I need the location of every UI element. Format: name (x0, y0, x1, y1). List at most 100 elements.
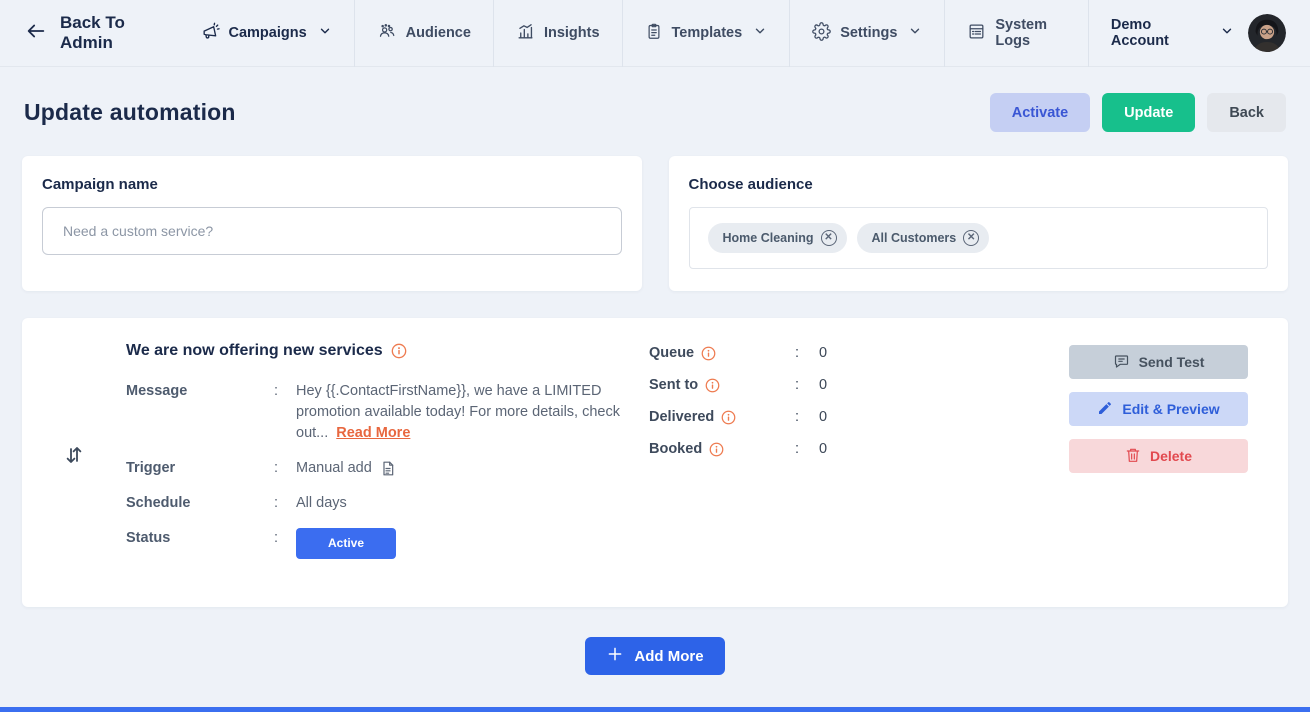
queue-label-text: Queue (649, 345, 695, 361)
reorder-drag-handle-icon[interactable] (62, 442, 86, 473)
colon-separator: : (795, 377, 800, 393)
back-to-admin-label: Back To Admin (60, 13, 125, 52)
info-icon[interactable] (701, 346, 716, 361)
arrow-left-icon (24, 20, 48, 47)
clipboard-icon (645, 22, 663, 45)
back-to-admin-button[interactable]: Back To Admin (24, 13, 179, 53)
nav-items: Campaigns Audience Insights Templates Se… (179, 0, 1088, 67)
choose-audience-heading: Choose audience (688, 176, 813, 193)
schedule-value: All days (296, 495, 347, 511)
main-content: Campaign name Choose audience Home Clean… (0, 156, 1310, 675)
remove-chip-icon[interactable]: ✕ (820, 230, 837, 246)
drag-column (22, 342, 126, 573)
nav-label-system-logs: System Logs (995, 17, 1047, 49)
chat-bubble-icon (1113, 353, 1130, 372)
colon-separator: : (795, 345, 800, 361)
info-icon[interactable] (705, 378, 720, 393)
trigger-label: Trigger (126, 460, 176, 476)
audience-chip: All Customers ✕ (856, 223, 990, 253)
audience-chip: Home Cleaning ✕ (707, 223, 847, 253)
delete-button[interactable]: Delete (1069, 439, 1248, 473)
automation-title-row: We are now offering new services (126, 342, 649, 360)
status-label: Status (126, 530, 171, 546)
add-more-container: Add More (22, 637, 1288, 675)
megaphone-icon (201, 22, 220, 45)
chevron-down-icon (318, 24, 332, 42)
audience-chip-label: Home Cleaning (722, 231, 814, 245)
nav-item-insights[interactable]: Insights (492, 0, 622, 67)
automation-details: We are now offering new services Message… (126, 342, 649, 573)
add-more-button[interactable]: Add More (585, 637, 725, 675)
nav-label-audience: Audience (405, 25, 471, 41)
list-icon (967, 22, 986, 45)
audience-select-box[interactable]: Home Cleaning ✕ All Customers ✕ (688, 207, 1268, 269)
automation-stats: Queue : 0 Sent to : 0 Delivered: 0 Book… (649, 342, 1069, 573)
queue-stat-label: Queue (649, 345, 795, 361)
queue-stat-value: 0 (819, 345, 828, 361)
top-navigation: Back To Admin Campaigns Audience Insight… (0, 0, 1310, 67)
delivered-stat-row: Delivered : 0 (649, 409, 1069, 425)
booked-label-text: Booked (649, 441, 703, 457)
delivered-stat-label: Delivered (649, 409, 795, 425)
remove-chip-icon[interactable]: ✕ (963, 230, 980, 246)
info-icon[interactable] (709, 442, 724, 457)
bar-chart-icon (516, 22, 535, 45)
pencil-icon (1097, 400, 1113, 419)
schedule-row: Schedule : All days (126, 493, 649, 514)
edit-preview-label: Edit & Preview (1122, 401, 1220, 417)
colon-separator: : (274, 460, 279, 476)
automation-actions: Send Test Edit & Preview Delete (1069, 342, 1268, 573)
delivered-label-text: Delivered (649, 409, 715, 425)
delivered-stat-value: 0 (819, 409, 828, 425)
chevron-down-icon (1220, 24, 1234, 42)
activate-button[interactable]: Activate (989, 93, 1091, 132)
account-label: Demo Account (1110, 17, 1169, 49)
nav-item-settings[interactable]: Settings (789, 0, 944, 67)
edit-preview-button[interactable]: Edit & Preview (1069, 392, 1248, 426)
chevron-down-icon (908, 24, 922, 42)
nav-label-templates: Templates (671, 25, 743, 41)
nav-item-audience[interactable]: Audience (353, 0, 493, 67)
nav-label-settings: Settings (840, 25, 898, 41)
sent-to-stat-value: 0 (819, 377, 828, 393)
audience-chip-label: All Customers (871, 231, 957, 245)
message-label: Message (126, 383, 188, 399)
trigger-value: Manual add (296, 458, 396, 479)
booked-stat-row: Booked : 0 (649, 441, 1069, 457)
send-test-button[interactable]: Send Test (1069, 345, 1248, 379)
campaign-name-input[interactable] (42, 207, 622, 255)
nav-item-campaigns[interactable]: Campaigns (179, 0, 354, 67)
back-button[interactable]: Back (1207, 93, 1286, 132)
automation-title: We are now offering new services (126, 342, 383, 359)
info-icon[interactable] (721, 410, 736, 425)
update-button[interactable]: Update (1102, 93, 1196, 132)
top-cards-row: Campaign name Choose audience Home Clean… (22, 156, 1288, 291)
header-buttons: Activate Update Back (989, 93, 1286, 132)
sent-to-stat-row: Sent to : 0 (649, 377, 1069, 393)
campaign-name-heading: Campaign name (42, 176, 158, 193)
message-row: Message : Hey {{.ContactFirstName}}, we … (126, 381, 649, 444)
avatar[interactable] (1248, 14, 1286, 52)
status-badge[interactable]: Active (296, 528, 396, 559)
choose-audience-card: Choose audience Home Cleaning ✕ All Cust… (668, 156, 1288, 291)
queue-stat-row: Queue : 0 (649, 345, 1069, 361)
read-more-link[interactable]: Read More (336, 425, 410, 441)
trash-icon (1125, 447, 1141, 466)
colon-separator: : (274, 530, 279, 546)
sent-to-stat-label: Sent to (649, 377, 795, 393)
nav-label-insights: Insights (543, 25, 600, 41)
automation-card: We are now offering new services Message… (22, 318, 1288, 607)
colon-separator: : (274, 495, 279, 511)
document-icon[interactable] (380, 460, 396, 477)
page-title: Update automation (24, 99, 236, 125)
nav-item-templates[interactable]: Templates (621, 0, 790, 67)
account-menu[interactable]: Demo Account (1087, 0, 1248, 67)
nav-item-system-logs[interactable]: System Logs (944, 0, 1088, 67)
booked-stat-value: 0 (819, 441, 828, 457)
trigger-text: Manual add (296, 460, 372, 476)
delete-label: Delete (1149, 448, 1193, 464)
footer-accent-bar (0, 707, 1310, 712)
info-icon[interactable] (391, 343, 407, 359)
gear-icon (812, 21, 832, 45)
plus-icon (606, 645, 624, 667)
